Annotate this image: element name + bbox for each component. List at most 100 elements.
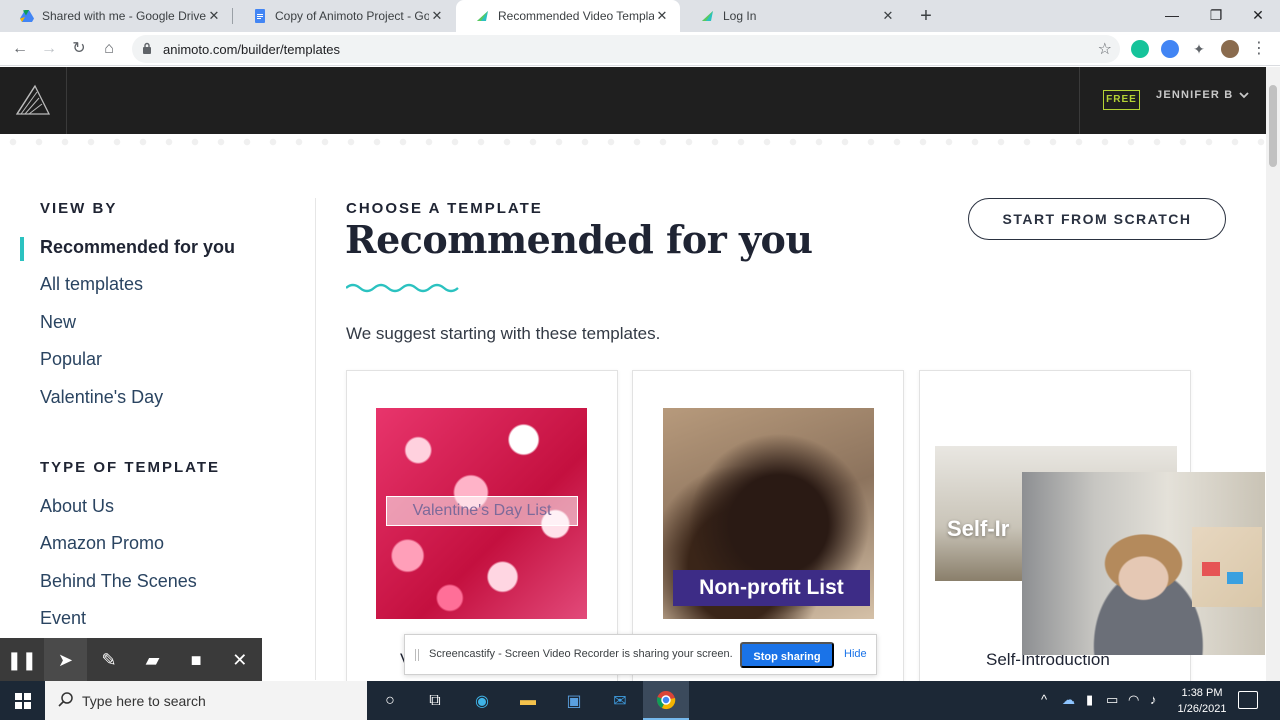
camera-icon[interactable]: ■ — [174, 638, 218, 682]
google-drive-icon — [20, 10, 34, 22]
clock-time: 1:38 PM — [1181, 687, 1223, 699]
view-by-heading: VIEW BY — [40, 200, 118, 217]
clock-date: 1/26/2021 — [1177, 703, 1227, 715]
google-docs-icon — [255, 9, 265, 23]
sidebar-item-recommended[interactable]: Recommended for you — [40, 237, 235, 258]
type-of-template-heading: TYPE OF TEMPLATE — [40, 459, 221, 476]
windows-start-icon[interactable] — [0, 681, 45, 720]
cursor-icon[interactable]: ➤ — [43, 638, 88, 682]
back-arrow-icon[interactable]: ← — [9, 38, 31, 60]
plan-badge: FREE — [1103, 90, 1140, 110]
sidebar-divider — [315, 198, 316, 680]
tab-title: Shared with me - Google Drive — [42, 9, 206, 23]
page-scrollbar[interactable] — [1266, 67, 1280, 681]
close-tab-icon[interactable]: ✕ — [654, 8, 670, 24]
search-placeholder: Type here to search — [82, 693, 206, 709]
thumbnail-overlay-label: Valentine's Day List — [386, 496, 578, 526]
active-indicator — [20, 237, 24, 261]
site-header: FREE JENNIFER B — [0, 67, 1266, 134]
close-tab-icon[interactable]: ✕ — [206, 8, 222, 24]
user-name: JENNIFER B — [1156, 89, 1234, 101]
maximize-icon[interactable]: ❐ — [1194, 0, 1238, 30]
sidebar-item-new[interactable]: New — [40, 312, 76, 333]
task-view-icon[interactable]: ⧉ — [412, 681, 458, 720]
sharing-message: Screencastify - Screen Video Recorder is… — [429, 648, 733, 660]
sidebar-item-valentines-day[interactable]: Valentine's Day — [40, 387, 163, 408]
thumbnail-overlay-label: Non-profit List — [673, 570, 870, 606]
address-bar[interactable]: animoto.com/builder/templates ☆ — [132, 35, 1120, 63]
screencastify-sharing-bar: Screencastify - Screen Video Recorder is… — [404, 634, 877, 675]
grammarly-extension-icon[interactable] — [1131, 40, 1149, 58]
chrome-menu-icon[interactable]: ⋮ — [1248, 38, 1270, 60]
tab-title: Copy of Animoto Project - Google — [275, 9, 429, 23]
tray-chevron-icon[interactable]: ^ — [1041, 692, 1047, 707]
store-icon[interactable]: ▣ — [551, 681, 597, 720]
reload-icon[interactable]: ↻ — [68, 38, 90, 60]
home-icon[interactable]: ⌂ — [98, 38, 120, 60]
tab-google-docs[interactable]: Copy of Animoto Project - Google ✕ — [233, 0, 455, 32]
browser-toolbar: ← → ↻ ⌂ animoto.com/builder/templates ☆ … — [0, 32, 1280, 66]
decorative-dot-band — [0, 136, 1266, 148]
bookmark-star-icon[interactable]: ☆ — [1098, 39, 1112, 59]
close-tab-icon[interactable]: ✕ — [429, 8, 445, 24]
screencastify-drawing-toolbar: ❚❚ ➤ ✎ ▰ ■ ✕ — [0, 638, 262, 682]
sidebar-item-about-us[interactable]: About Us — [40, 496, 114, 517]
chrome-taskbar-icon[interactable] — [643, 681, 689, 720]
lock-icon — [143, 42, 151, 54]
sidebar-item-popular[interactable]: Popular — [40, 349, 102, 370]
profile-avatar[interactable] — [1221, 40, 1239, 58]
sidebar-item-all-templates[interactable]: All templates — [40, 274, 143, 295]
sidebar-item-amazon-promo[interactable]: Amazon Promo — [40, 533, 164, 554]
start-from-scratch-button[interactable]: START FROM SCRATCH — [968, 198, 1226, 240]
user-menu[interactable]: JENNIFER B — [1156, 89, 1250, 101]
webcam-sticky-note — [1202, 562, 1220, 576]
tab-log-in[interactable]: Log In ✕ — [681, 0, 906, 32]
hide-link[interactable]: Hide — [844, 648, 867, 660]
webcam-sticky-note — [1227, 572, 1243, 584]
microphone-icon[interactable]: ▮ — [1086, 692, 1093, 708]
file-explorer-icon[interactable]: ▬ — [505, 681, 551, 720]
valentines-thumbnail[interactable]: Valentine's Day List — [376, 408, 587, 619]
highlighter-icon[interactable]: ▰ — [131, 638, 175, 682]
volume-icon[interactable]: ♪ — [1150, 692, 1157, 707]
battery-icon[interactable]: ▭ — [1106, 692, 1118, 708]
extensions-puzzle-icon[interactable]: ✦ — [1188, 38, 1210, 60]
page-subtitle: We suggest starting with these templates… — [346, 324, 661, 343]
taskbar-search-box[interactable]: Type here to search — [45, 681, 367, 720]
close-icon[interactable]: ✕ — [218, 638, 262, 682]
sidebar-item-event[interactable]: Event — [40, 608, 86, 629]
thumbnail-overlay-label: Self-Ir — [947, 516, 1010, 541]
notification-center-icon[interactable] — [1238, 691, 1258, 709]
pen-icon[interactable]: ✎ — [87, 638, 131, 682]
minimize-icon[interactable]: — — [1150, 0, 1194, 30]
window-close-icon[interactable]: ✕ — [1236, 0, 1280, 30]
animoto-logo-icon — [15, 84, 51, 115]
shield-extension-icon[interactable] — [1161, 40, 1179, 58]
stop-sharing-button[interactable]: Stop sharing — [740, 642, 834, 668]
tab-title: Log In — [723, 9, 757, 23]
edge-icon[interactable]: ◉ — [459, 681, 505, 720]
new-tab-icon[interactable]: + — [914, 4, 938, 28]
taskbar-clock[interactable]: 1:38 PM 1/26/2021 — [1170, 685, 1234, 717]
scrollbar-thumb[interactable] — [1269, 85, 1277, 167]
webcam-overlay[interactable] — [1022, 472, 1265, 655]
pause-icon[interactable]: ❚❚ — [0, 638, 44, 682]
cortana-icon[interactable]: ○ — [367, 681, 413, 720]
tab-recommended-templates[interactable]: Recommended Video Templates ✕ — [456, 0, 680, 32]
sidebar-item-behind-the-scenes[interactable]: Behind The Scenes — [40, 571, 197, 592]
drag-handle-icon[interactable] — [415, 649, 419, 661]
nonprofit-thumbnail[interactable]: Non-profit List — [663, 408, 874, 619]
url-text: animoto.com/builder/templates — [163, 42, 341, 57]
animoto-icon — [702, 11, 713, 21]
forward-arrow-icon[interactable]: → — [38, 38, 60, 60]
tab-title: Recommended Video Templates — [498, 9, 654, 23]
page-title: Recommended for you — [345, 217, 813, 262]
chevron-down-icon — [1239, 91, 1250, 98]
wifi-icon[interactable]: ◠ — [1128, 692, 1139, 708]
search-icon — [58, 692, 73, 707]
close-tab-icon[interactable]: ✕ — [880, 8, 896, 24]
animoto-logo[interactable] — [0, 67, 67, 134]
onedrive-icon[interactable]: ☁ — [1062, 692, 1075, 708]
tab-google-drive[interactable]: Shared with me - Google Drive ✕ — [0, 0, 232, 32]
mail-icon[interactable]: ✉ — [597, 681, 643, 720]
